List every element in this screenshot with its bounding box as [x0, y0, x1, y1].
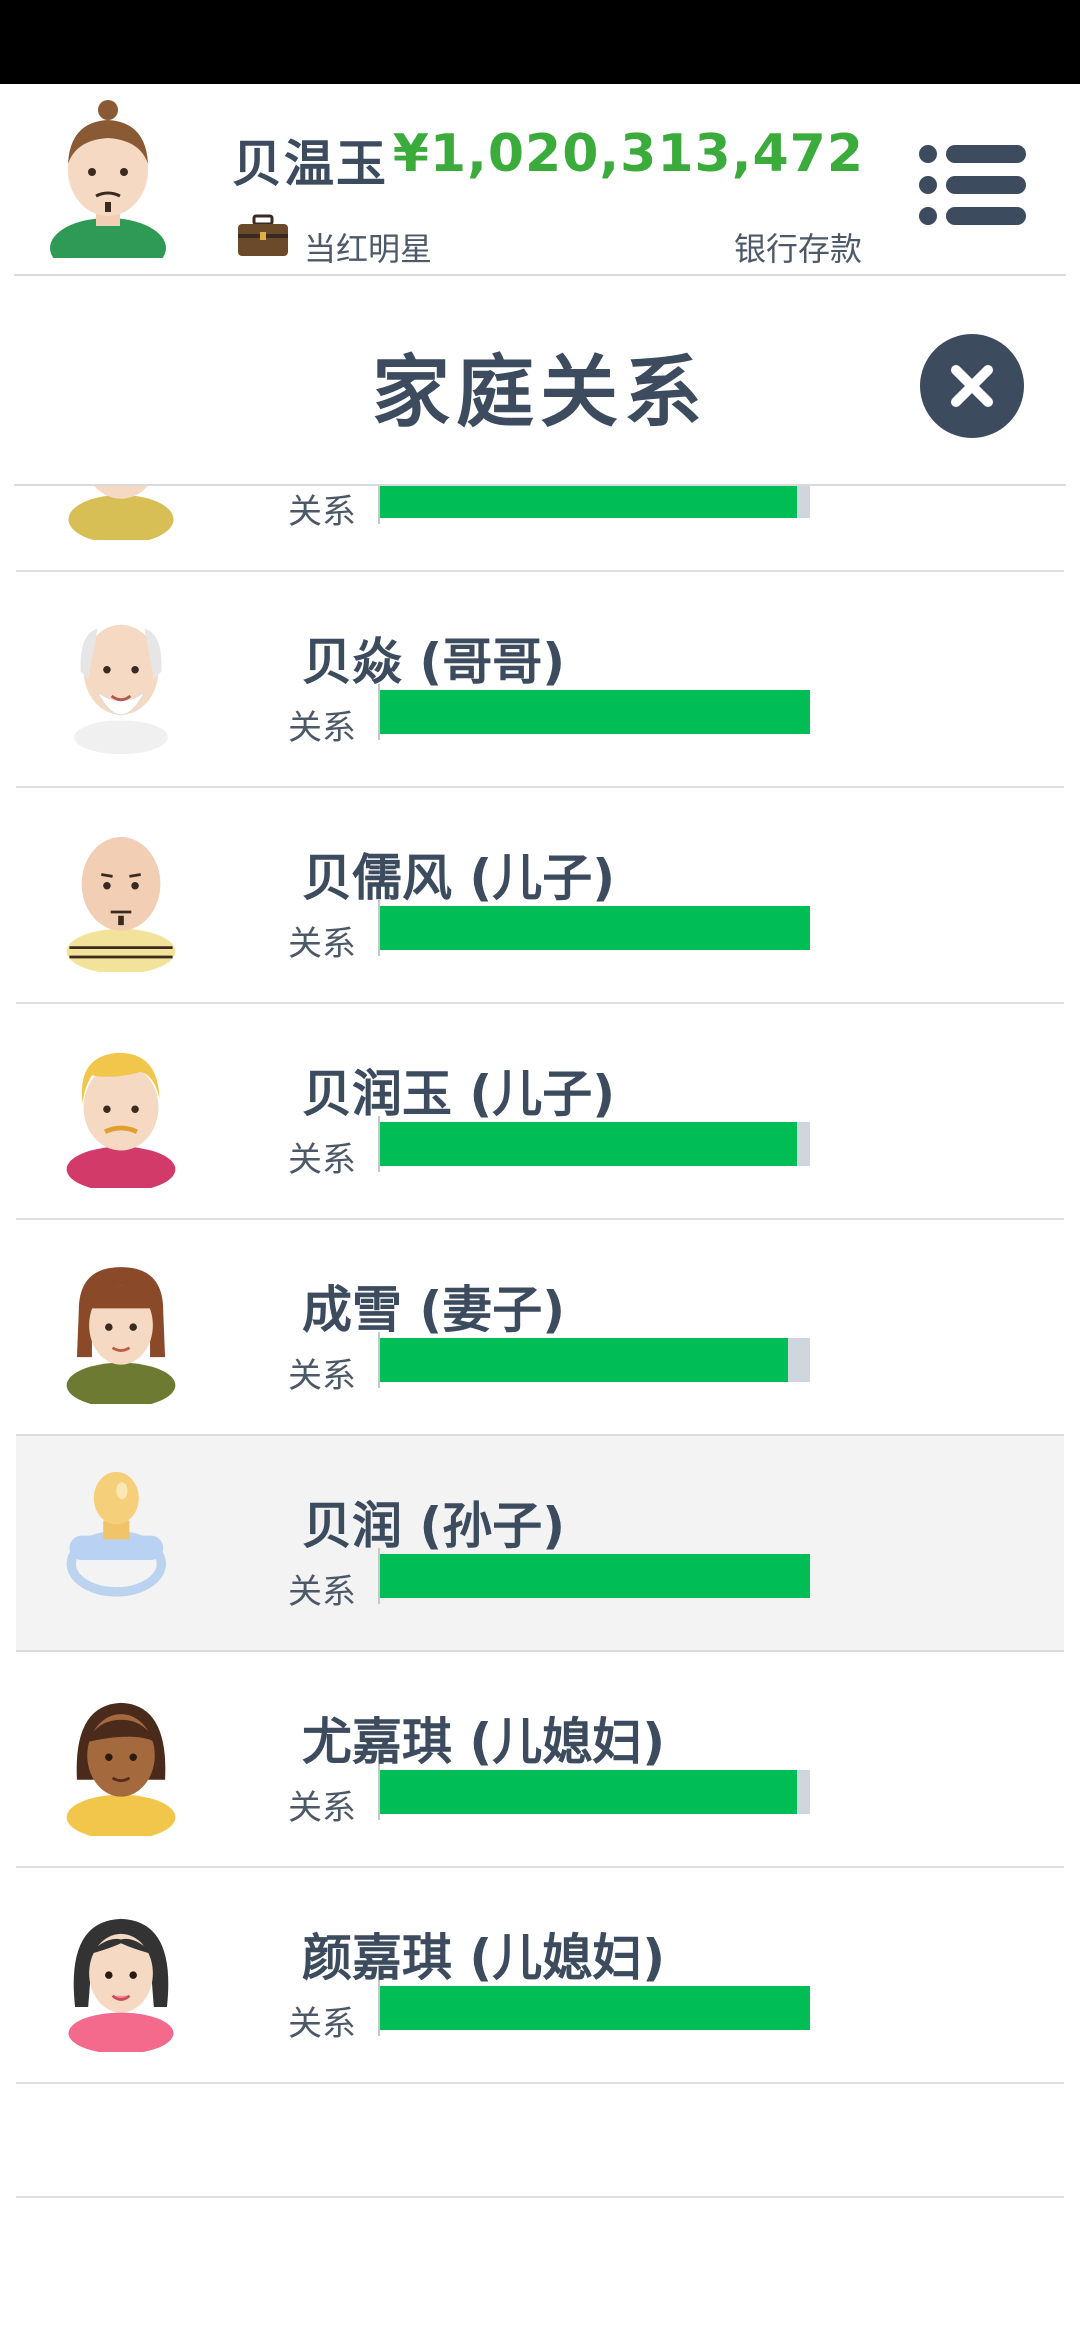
family-member-row[interactable]: 贝儒风 (儿子) 关系 — [0, 788, 1080, 1004]
bank-balance-label: 银行存款 — [733, 230, 862, 268]
pacifier-avatar-icon — [66, 1471, 166, 1597]
relation-bar-fill — [378, 1122, 798, 1166]
row-divider — [16, 2082, 1064, 2084]
relation-bar — [378, 906, 810, 950]
family-list[interactable]: 贝苏心玉 (妈妈)关系贝焱 (哥哥)关系贝儒风 (儿子)关系贝润玉 (儿子)关系… — [0, 486, 1080, 2200]
relation-bar-start-tick — [378, 1980, 380, 2036]
status-bar — [0, 0, 1080, 84]
relation-bar — [378, 1338, 810, 1382]
relation-label: 关系 — [288, 492, 356, 532]
relation-label: 关系 — [288, 1788, 356, 1828]
relation-bar — [378, 1554, 810, 1598]
family-member-row[interactable]: 成雪 (妻子) 关系 — [0, 1220, 1080, 1436]
grandma-avatar-icon — [68, 486, 174, 540]
list-bottom-divider — [16, 2196, 1064, 2198]
relation-bar-fill — [378, 690, 810, 734]
relation-bar-fill — [378, 906, 810, 950]
relation-bar — [378, 1986, 810, 2030]
relation-label: 关系 — [288, 1356, 356, 1396]
family-member-name: 贝润 (孙子) — [302, 1497, 566, 1555]
relation-bar-start-tick — [378, 1764, 380, 1820]
family-member-row[interactable]: 颜嘉琪 (儿媳妇) 关系 — [0, 1868, 1080, 2084]
family-member-name: 成雪 (妻子) — [302, 1281, 566, 1339]
relation-bar — [378, 1122, 810, 1166]
relation-bar-start-tick — [378, 1332, 380, 1388]
player-job: 当红明星 — [304, 230, 433, 268]
family-member-name: 贝焱 (哥哥) — [302, 633, 566, 691]
relation-bar-start-tick — [378, 1548, 380, 1604]
family-member-row[interactable]: 贝苏心玉 (妈妈)关系 — [0, 486, 1080, 572]
relation-label: 关系 — [288, 708, 356, 748]
blond-avatar-icon — [66, 1052, 176, 1188]
family-member-row[interactable]: 贝润玉 (儿子) 关系 — [0, 1004, 1080, 1220]
family-member-row[interactable]: 贝润 (孙子) 关系 — [0, 1436, 1080, 1652]
family-member-row[interactable]: 贝焱 (哥哥) 关系 — [0, 572, 1080, 788]
player-header: 贝温玉 当红明星 ¥1,020,313,472 银行存款 — [0, 84, 1080, 276]
bald-avatar-icon — [66, 837, 176, 972]
relation-bar-fill — [378, 486, 798, 518]
close-button[interactable] — [920, 334, 1024, 438]
relation-bar-start-tick — [378, 684, 380, 740]
player-name: 贝温玉 — [232, 135, 388, 193]
player-avatar — [50, 100, 166, 258]
relation-bar-fill — [378, 1338, 789, 1382]
family-member-name: 贝润玉 (儿子) — [302, 1065, 616, 1123]
relation-bar-start-tick — [378, 900, 380, 956]
relation-bar — [378, 690, 810, 734]
briefcase-icon — [238, 214, 288, 256]
relation-label: 关系 — [288, 924, 356, 964]
relation-bar — [378, 486, 810, 518]
relation-bar-fill — [378, 1554, 810, 1598]
grandpa-avatar-icon — [74, 624, 168, 755]
relation-label: 关系 — [288, 1140, 356, 1180]
family-member-row[interactable]: 尤嘉琪 (儿媳妇) 关系 — [0, 1652, 1080, 1868]
bank-balance: ¥1,020,313,472 — [392, 124, 864, 184]
relation-bar-fill — [378, 1986, 810, 2030]
list-menu-icon[interactable] — [918, 140, 1028, 230]
relation-bar-start-tick — [378, 1116, 380, 1172]
family-member-name: 贝儒风 (儿子) — [302, 849, 616, 907]
dialog-title: 家庭关系 — [371, 348, 708, 438]
woman-dark-avatar-icon — [66, 1702, 176, 1836]
relation-bar — [378, 1770, 810, 1814]
relation-label: 关系 — [288, 2004, 356, 2044]
header-divider — [14, 274, 1066, 276]
relation-bar-start-tick — [378, 486, 380, 524]
relation-bar-fill — [378, 1770, 798, 1814]
woman-black-avatar-icon — [68, 1918, 174, 2052]
woman-brown-avatar-icon — [66, 1267, 176, 1404]
family-member-name: 尤嘉琪 (儿媳妇) — [302, 1713, 666, 1771]
family-member-name: 颜嘉琪 (儿媳妇) — [302, 1929, 666, 1987]
close-icon — [951, 365, 993, 407]
relation-label: 关系 — [288, 1572, 356, 1612]
